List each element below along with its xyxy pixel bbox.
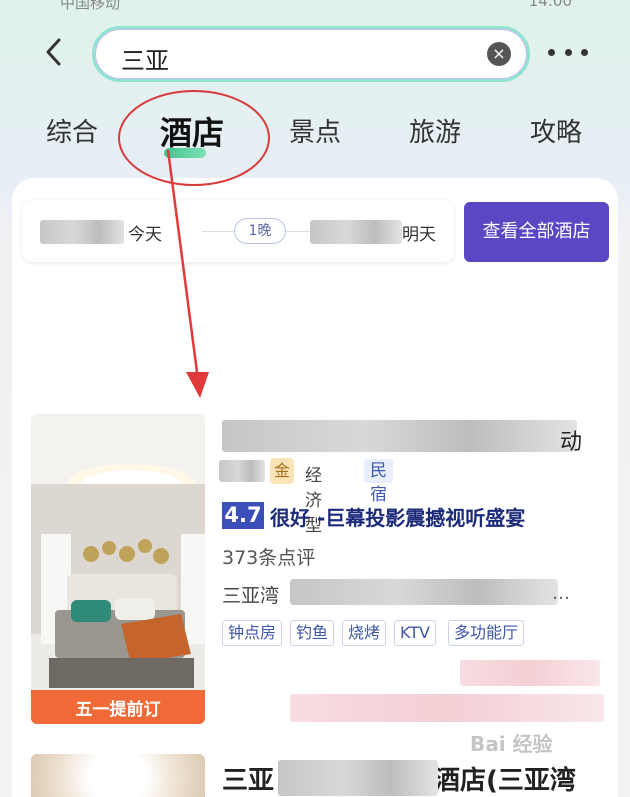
chevron-left-icon <box>46 38 61 66</box>
amenity-tag: 钟点房 <box>222 620 283 646</box>
more-options-button[interactable] <box>548 38 588 66</box>
amenity-tag: 钓鱼 <box>290 620 335 646</box>
review-count[interactable]: 373条点评 <box>222 543 315 570</box>
search-query: 三亚 <box>121 47 169 75</box>
amenity-tag: KTV <box>394 620 436 646</box>
hotel-2-title-start: 三亚 <box>222 766 275 796</box>
nights-count: 1晚 <box>234 218 286 244</box>
more-dot-icon <box>548 48 555 56</box>
promo-banner: 五一提前订 <box>75 699 161 720</box>
price-blurred <box>460 660 600 686</box>
annotation-circle <box>118 90 270 186</box>
tab-general[interactable]: 综合 <box>46 112 98 149</box>
back-button[interactable] <box>34 30 74 74</box>
hotel-location: 三亚湾 <box>222 585 280 607</box>
tab-attractions[interactable]: 景点 <box>289 112 341 149</box>
location-ellipsis: … <box>552 583 570 604</box>
search-input[interactable]: 三亚 × <box>92 26 530 82</box>
more-dot-icon <box>581 48 588 56</box>
hotel-2-title-end: 酒店(三亚湾 <box>434 766 576 796</box>
score-badge: 4.7 <box>222 502 264 529</box>
clock-label: 14:00 <box>528 0 572 10</box>
carrier-label: 中国移动 <box>60 0 121 12</box>
price-detail-blurred <box>290 694 604 722</box>
hotel-title-blurred <box>222 420 577 452</box>
gold-badge: 金 <box>270 458 294 484</box>
more-dot-icon <box>564 48 572 56</box>
checkout-date-blurred <box>310 220 402 244</box>
tab-guides[interactable]: 攻略 <box>530 112 582 149</box>
status-bar: 中国移动 14:00 <box>0 0 630 12</box>
watermark: Bai 经验 <box>470 732 553 756</box>
amenity-tag: 多功能厅 <box>448 620 525 646</box>
hotel-category-tag: 民宿 <box>364 459 393 505</box>
location-blurred <box>290 579 558 605</box>
stars-blurred <box>219 460 265 482</box>
view-all-hotels-button[interactable]: 查看全部酒店 <box>464 202 609 262</box>
clear-icon[interactable]: × <box>487 42 511 66</box>
hotel-photo-2[interactable] <box>31 754 205 797</box>
tab-travel[interactable]: 旅游 <box>409 112 461 149</box>
bedroom-image <box>31 414 205 724</box>
checkin-date-blurred <box>40 220 124 244</box>
date-selector[interactable]: 今天 1晚 明天 <box>22 200 454 262</box>
hotel-title-tail: 动 <box>560 430 583 455</box>
checkout-label: 明天 <box>402 225 436 245</box>
category-tabs: 综合 酒店 景点 旅游 攻略 <box>0 104 630 164</box>
amenity-tag: 烧烤 <box>342 620 387 646</box>
checkin-label: 今天 <box>128 225 162 245</box>
score-text: 很好 -巨幕投影震撼视听盛宴 <box>270 506 526 530</box>
hotel-photo[interactable]: 五一提前订 <box>31 414 205 724</box>
hotel-2-title-blurred <box>278 760 438 796</box>
